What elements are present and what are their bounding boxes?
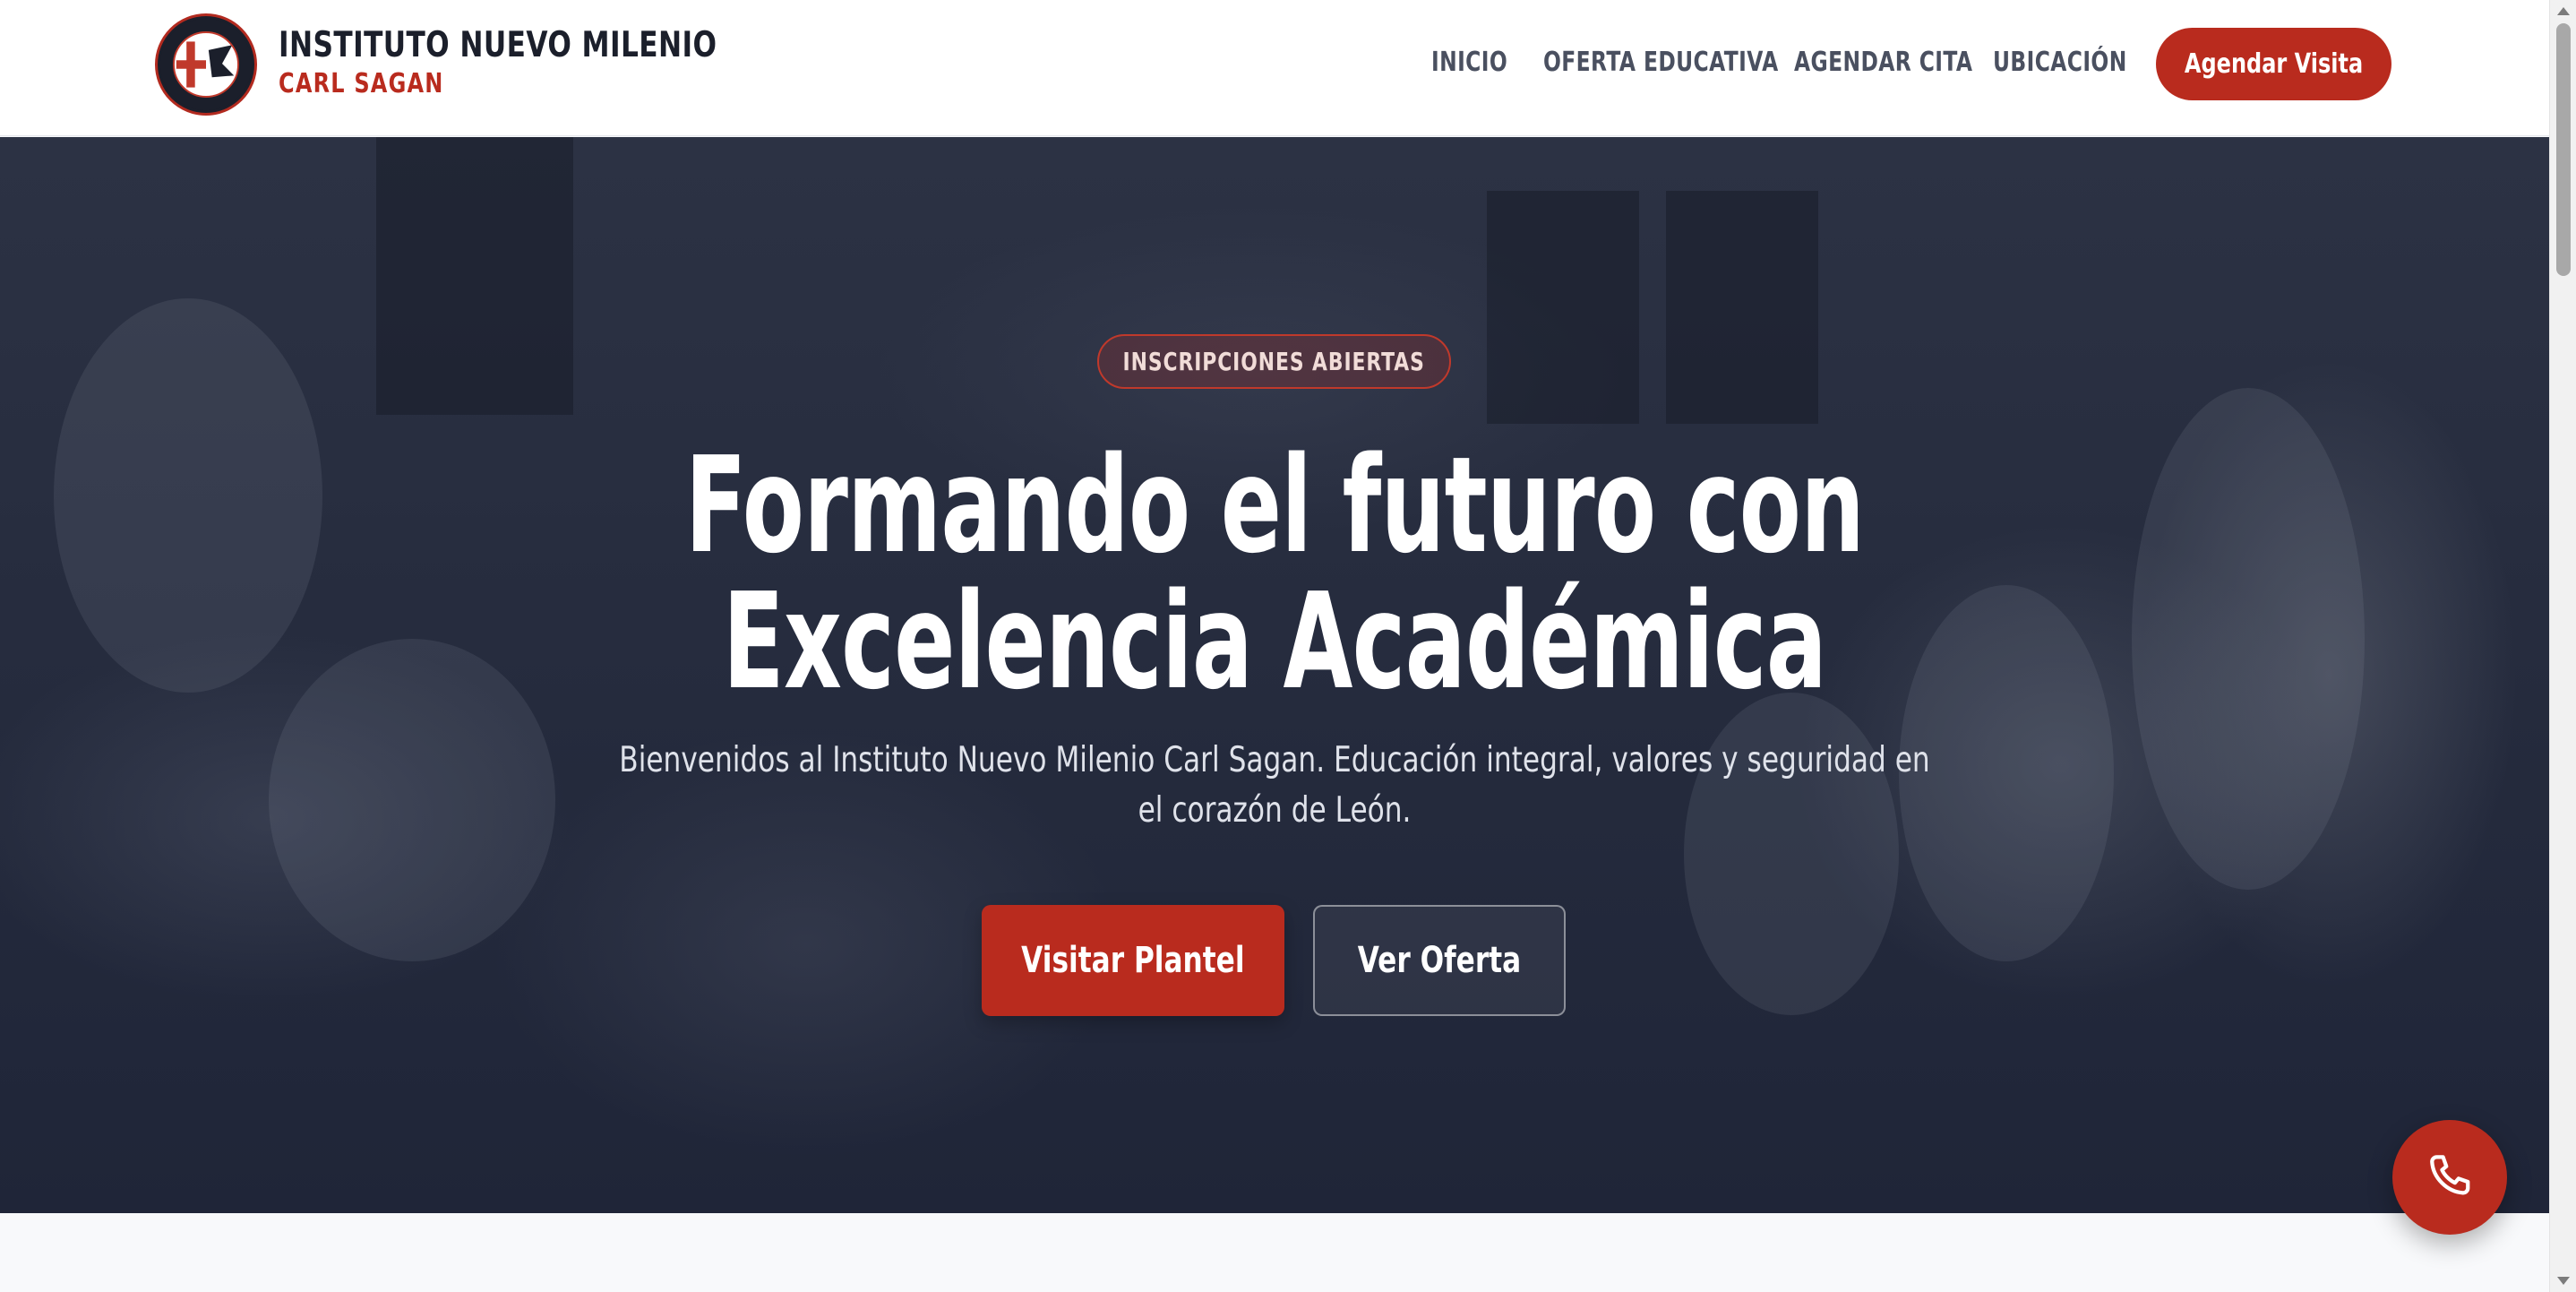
agendar-visita-label: Agendar Visita xyxy=(2184,48,2364,80)
inscripciones-badge: INSCRIPCIONES ABIERTAS xyxy=(1097,334,1451,389)
hero-title-line-2: Excelencia Académica xyxy=(722,564,1827,719)
page-scrollbar[interactable] xyxy=(2549,0,2576,1292)
phone-icon xyxy=(2430,1155,2470,1195)
scroll-up-icon[interactable] xyxy=(2557,7,2570,15)
nav-link-ubicacion[interactable]: UBICACIÓN xyxy=(1993,47,2127,78)
hero-title: Formando el futuro con Excelencia Académ… xyxy=(0,437,2549,710)
nav-link-oferta-educativa[interactable]: OFERTA EDUCATIVA xyxy=(1543,47,1779,78)
top-navbar: INSTITUTO NUEVO MILENIO CARL SAGAN INICI… xyxy=(0,0,2549,136)
hero-subtitle: Bienvenidos al Instituto Nuevo Milenio C… xyxy=(0,736,2549,836)
hero-bg-poster xyxy=(1666,191,1818,424)
school-logo[interactable] xyxy=(155,13,257,116)
ver-oferta-button[interactable]: Ver Oferta xyxy=(1313,905,1566,1016)
scroll-thumb[interactable] xyxy=(2556,23,2571,276)
badge-label: INSCRIPCIONES ABIERTAS xyxy=(1122,347,1426,376)
hero-subtitle-line-1: Bienvenidos al Instituto Nuevo Milenio C… xyxy=(619,740,1930,780)
hero-section: INSCRIPCIONES ABIERTAS Formando el futur… xyxy=(0,137,2549,1213)
brand-name[interactable]: INSTITUTO NUEVO MILENIO xyxy=(279,25,717,65)
hero-bg-window xyxy=(376,137,573,415)
visitar-plantel-label: Visitar Plantel xyxy=(1021,940,1245,981)
scroll-down-icon[interactable] xyxy=(2557,1277,2570,1285)
logo-emblem-icon xyxy=(159,18,253,111)
brand-subtitle[interactable]: CARL SAGAN xyxy=(279,68,444,99)
hero-bg-poster xyxy=(1487,191,1639,424)
visitar-plantel-button[interactable]: Visitar Plantel xyxy=(982,905,1284,1016)
agendar-visita-button[interactable]: Agendar Visita xyxy=(2156,28,2391,100)
ver-oferta-label: Ver Oferta xyxy=(1357,940,1522,981)
nav-link-inicio[interactable]: INICIO xyxy=(1431,47,1507,78)
call-floating-button[interactable] xyxy=(2392,1120,2507,1235)
hero-title-line-1: Formando el futuro con xyxy=(684,428,1865,582)
nav-link-agendar-cita[interactable]: AGENDAR CITA xyxy=(1794,47,1972,78)
hero-subtitle-line-2: el corazón de León. xyxy=(1138,790,1412,831)
